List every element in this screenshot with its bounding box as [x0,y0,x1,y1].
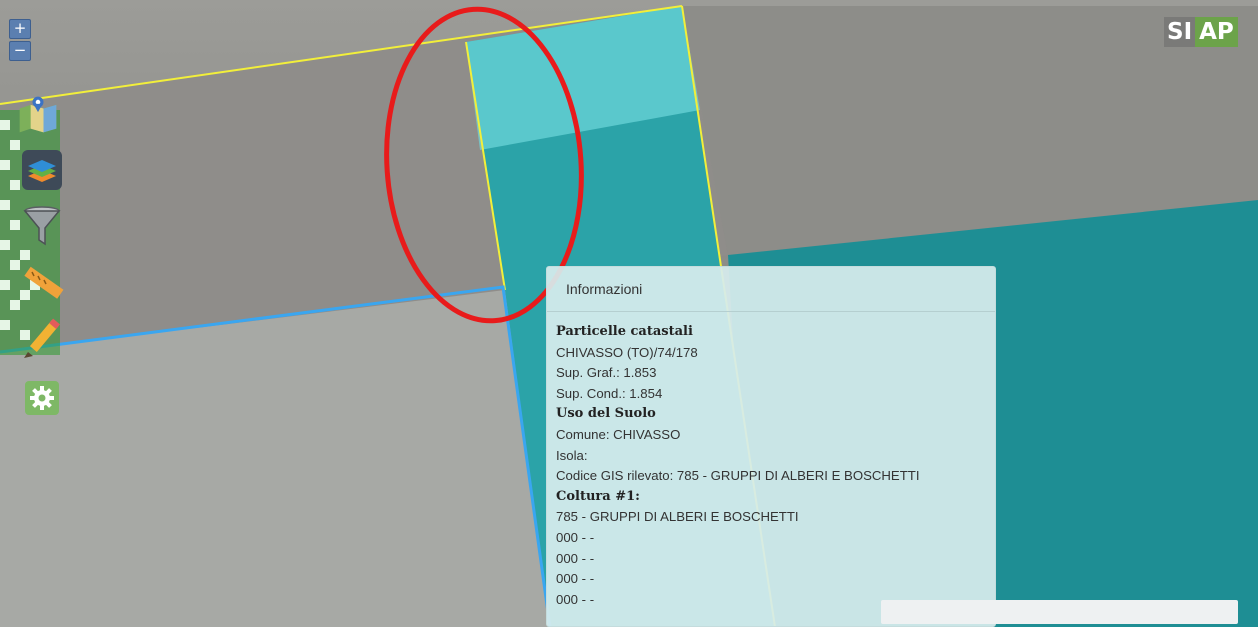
zoom-control: + − [9,19,31,63]
status-bar [881,600,1238,624]
info-panel-body: Particelle catastali CHIVASSO (TO)/74/17… [547,312,995,610]
info-panel-title: Informazioni [547,267,995,312]
crop-row: 000 - - [556,571,595,587]
info-panel: Informazioni Particelle catastali CHIVAS… [546,266,996,627]
crop-value: 785 - GRUPPI DI ALBERI E BOSCHETTI [556,509,799,525]
section-crop-title: Coltura #1: [556,488,640,504]
parcel-id: CHIVASSO (TO)/74/178 [556,344,698,360]
ruler-icon [24,266,64,299]
sup-graf: Sup. Graf.: 1.853 [556,365,657,381]
sup-cond: Sup. Cond.: 1.854 [556,385,663,401]
map-pin-icon [19,96,57,133]
zoom-out-button[interactable]: − [9,41,31,61]
comune: Comune: CHIVASSO [556,426,681,442]
crop-row: 000 - - [556,550,595,566]
tool-filter[interactable] [20,204,64,248]
tool-base-map[interactable] [16,92,60,136]
layers-icon [22,150,62,190]
tool-settings[interactable] [20,376,64,420]
section-land-use-title: Uso del Suolo [556,406,656,422]
tool-draw[interactable] [20,316,64,360]
gear-icon [25,381,59,415]
tool-measure[interactable] [20,260,64,304]
isola: Isola: [556,447,588,463]
zoom-in-button[interactable]: + [9,19,31,39]
pencil-icon [24,318,60,358]
codice-gis: Codice GIS rilevato: 785 - GRUPPI DI ALB… [556,468,920,484]
siap-logo: SI AP [1164,17,1238,47]
tool-layers[interactable] [20,148,64,192]
section-cadastral-title: Particelle catastali [556,324,693,339]
logo-part-2: AP [1195,17,1238,47]
crop-row: 000 - - [556,529,595,545]
filter-icon [23,206,61,246]
logo-part-1: SI [1164,17,1196,47]
